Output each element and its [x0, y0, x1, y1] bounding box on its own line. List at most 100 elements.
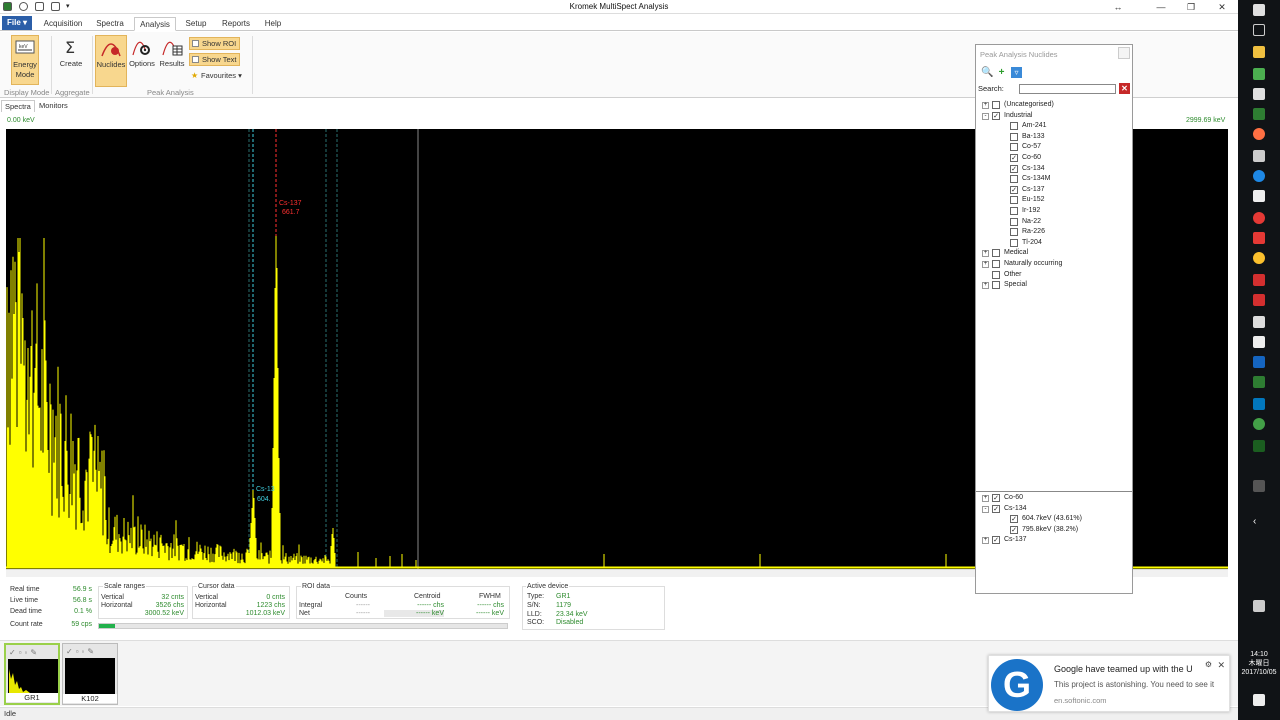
clear-search-button[interactable]: ✕ [1119, 83, 1130, 94]
nuclide-checkbox[interactable] [1010, 175, 1018, 184]
line-icon[interactable] [1253, 418, 1265, 430]
nuclide-checkbox[interactable] [1010, 207, 1018, 215]
nuclide-tree-row[interactable]: Ir-192 [976, 206, 1126, 216]
action-center-icon[interactable] [1253, 694, 1265, 706]
tab-help[interactable]: Help [260, 17, 286, 31]
nuclide-tree-row[interactable]: Other [976, 270, 1126, 280]
collapse-icon[interactable]: - [982, 112, 989, 120]
nuclide-tree-row[interactable]: + Special [976, 280, 1126, 290]
nuclide-tree-row[interactable]: Am-241 [976, 121, 1126, 131]
nuclide-checkbox[interactable] [992, 101, 1000, 109]
tab-spectra[interactable]: Spectra [92, 17, 128, 31]
nuclide-checkbox[interactable] [1010, 122, 1018, 131]
mail-icon[interactable] [1253, 316, 1265, 328]
panel-divider[interactable] [976, 491, 1132, 492]
tray-icon[interactable] [1253, 600, 1265, 612]
nuclide-checkbox[interactable]: ✓ [1010, 525, 1018, 534]
tab-acquisition[interactable]: Acquisition [38, 17, 88, 31]
nuclide-checkbox[interactable]: ✓ [992, 494, 1000, 502]
nuclide-tree-row[interactable]: Ba-133 [976, 132, 1126, 142]
nuclide-checkbox[interactable]: ✓ [1010, 164, 1018, 173]
tab-setup[interactable]: Setup [181, 17, 211, 31]
taskbar-app-icon[interactable] [1253, 232, 1265, 244]
clock[interactable]: 14:10 木曜日 2017/10/05 [1238, 650, 1280, 677]
nuclide-tree-row[interactable]: Na-22 [976, 217, 1126, 227]
nuclide-checkbox[interactable] [992, 270, 1000, 279]
add-icon[interactable]: + [996, 67, 1007, 78]
collapse-icon[interactable]: - [982, 505, 989, 513]
edge-icon[interactable] [1253, 170, 1265, 182]
show-text-toggle[interactable]: Show Text [189, 53, 240, 66]
restore-arrows-icon[interactable]: ↔ [1110, 1, 1126, 13]
nuclide-checkbox[interactable] [1010, 196, 1018, 205]
nuclide-checkbox[interactable] [1010, 228, 1018, 237]
nuclide-checkbox[interactable] [992, 260, 1000, 268]
nuclide-tree-row[interactable]: + ✓ Co-60 [976, 493, 1126, 503]
taskbar-app-icon[interactable] [1253, 274, 1265, 286]
notification-settings-icon[interactable]: ⚙ [1205, 660, 1212, 669]
nuclide-search-input[interactable] [1019, 84, 1116, 94]
favourites-dropdown[interactable]: ★ Favourites ▾ [189, 70, 249, 83]
taskbar-app-icon[interactable] [1253, 336, 1265, 348]
nuclide-tree-row[interactable]: Ra-226 [976, 227, 1126, 237]
taskbar-app-icon[interactable] [1253, 190, 1265, 202]
nuclide-checkbox[interactable] [1010, 238, 1018, 247]
expand-icon[interactable]: + [982, 282, 989, 290]
nuclide-tree-row[interactable]: ✓ Cs-137 [976, 185, 1126, 195]
options-button[interactable]: Options [128, 35, 156, 85]
nuclide-tree-row[interactable]: ✓ 604.7keV (43.61%) [976, 514, 1126, 524]
nuclide-checkbox[interactable] [1010, 217, 1018, 226]
nuclide-tree-row[interactable]: Cs-134M [976, 174, 1126, 184]
maximize-button[interactable]: ❐ [1183, 1, 1199, 13]
chevron-left-icon[interactable]: ‹ [1253, 516, 1265, 528]
nuclide-tree-row[interactable]: ✓ Co-60 [976, 153, 1126, 163]
tab-spectra-view[interactable]: Spectra [1, 100, 35, 112]
nuclide-tree-row[interactable]: + ✓ Cs-137 [976, 535, 1126, 545]
nuclide-checkbox[interactable]: ✓ [1010, 185, 1018, 194]
taskbar-app-icon[interactable] [1253, 150, 1265, 162]
taskbar-app-icon[interactable] [1253, 108, 1265, 120]
device-tile-k102[interactable]: ✓▫◦✎ K102 [62, 643, 118, 705]
filter-icon[interactable]: ▿ [1011, 67, 1022, 78]
expand-icon[interactable]: + [982, 250, 989, 258]
windows-icon[interactable] [1253, 4, 1265, 16]
file-menu-button[interactable]: File ▾ [2, 16, 32, 30]
taskbar-app-icon[interactable] [1253, 376, 1265, 388]
device-tile-gr1[interactable]: ✓▫◦✎ GR1 [4, 643, 60, 705]
nuclides-button[interactable]: Nuclides [95, 35, 127, 87]
kromek-icon[interactable] [1253, 480, 1265, 492]
nuclide-tree-row[interactable]: + Medical [976, 248, 1126, 258]
nuclide-checkbox[interactable] [992, 281, 1000, 290]
nuclide-checkbox[interactable]: ✓ [1010, 154, 1018, 162]
nuclide-tree-row[interactable]: ✓ Cs-134 [976, 164, 1126, 174]
firefox-icon[interactable] [1253, 128, 1265, 140]
opera-icon[interactable] [1253, 212, 1265, 224]
nuclide-checkbox[interactable] [1010, 143, 1018, 152]
nuclide-checkbox[interactable]: ✓ [992, 536, 1000, 545]
vivaldi-icon[interactable] [1253, 294, 1265, 306]
outlook-icon[interactable] [1253, 398, 1265, 410]
close-button[interactable]: ✕ [1214, 1, 1230, 13]
nuclide-tree-row[interactable]: - ✓ Industrial [976, 111, 1126, 121]
nuclide-tree-row[interactable]: - ✓ Cs-134 [976, 504, 1126, 514]
tab-monitors-view[interactable]: Monitors [36, 100, 71, 112]
nuclide-tree-row[interactable]: Eu-152 [976, 195, 1126, 205]
taskbar-app-icon[interactable] [1253, 356, 1265, 368]
minimize-button[interactable]: — [1153, 1, 1169, 13]
expand-icon[interactable]: + [982, 261, 989, 268]
nuclide-checkbox[interactable]: ✓ [992, 111, 1000, 120]
expand-icon[interactable]: + [982, 102, 989, 109]
energy-mode-button[interactable]: keV Energy Mode [11, 35, 39, 85]
taskbar-app-icon[interactable] [1253, 68, 1265, 80]
expand-icon[interactable]: + [982, 495, 989, 502]
nuclide-tree-row[interactable]: ✓ 795.8keV (38.2%) [976, 525, 1126, 535]
results-button[interactable]: Results [158, 35, 186, 85]
nuclide-checkbox[interactable]: ✓ [1010, 515, 1018, 524]
tab-reports[interactable]: Reports [218, 17, 254, 31]
excel-icon[interactable] [1253, 440, 1265, 452]
nuclide-checkbox[interactable]: ✓ [992, 504, 1000, 513]
nuclide-tree-row[interactable]: + (Uncategorised) [976, 100, 1126, 110]
task-view-icon[interactable] [1253, 24, 1265, 36]
tab-analysis[interactable]: Analysis [134, 17, 176, 31]
expand-icon[interactable]: + [982, 537, 989, 545]
